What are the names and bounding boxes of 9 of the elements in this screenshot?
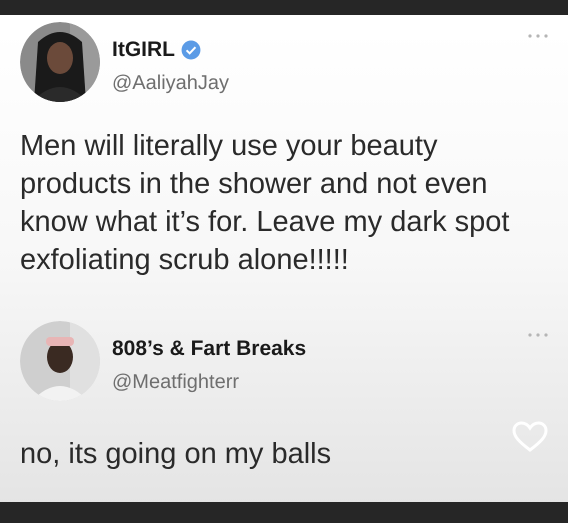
more-icon[interactable] [528,333,548,337]
handle: @AaliyahJay [112,70,230,96]
display-name: 808’s & Fart Breaks [112,336,306,362]
tweet-text: no, its going on my balls [20,437,332,472]
display-name: ItGIRL [112,37,175,63]
tweet-text: Men will literally use your beauty products in the shower and not even know what it’s for. Leave my dark spot exfoliating scrub alone!!!!! [20,129,510,278]
handle: @Meatfighterr [112,370,240,394]
more-icon[interactable] [528,34,548,38]
heart-icon[interactable] [512,421,548,453]
